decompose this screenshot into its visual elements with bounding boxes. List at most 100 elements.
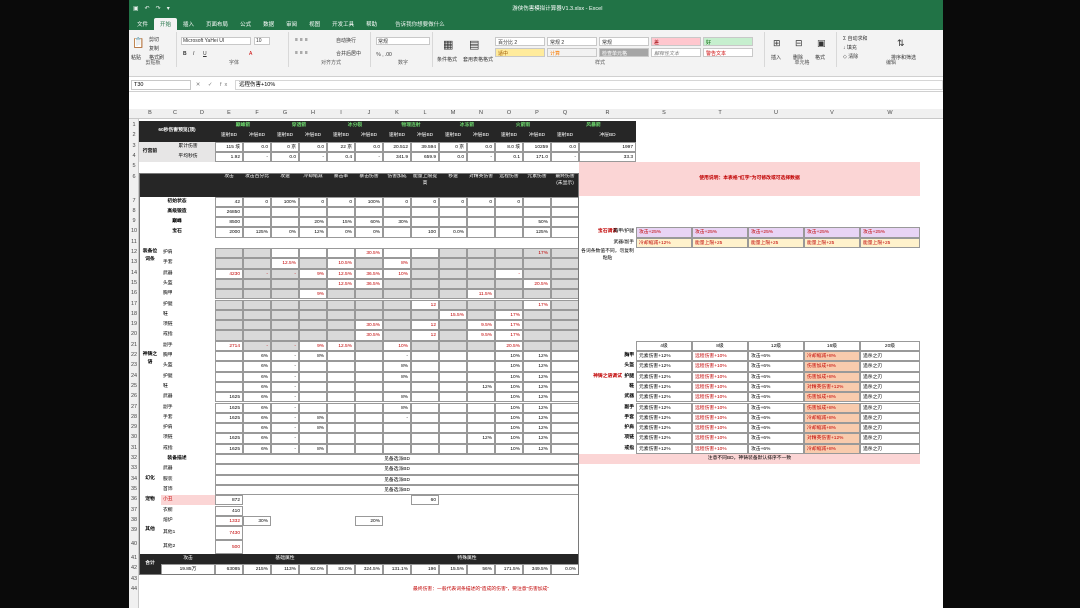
- sz-cell[interactable]: 追杀之刃: [860, 351, 920, 362]
- preview-title[interactable]: 60秒伤害预览(顶): [139, 121, 215, 142]
- column-header[interactable]: D: [189, 110, 215, 116]
- conditional-format-icon[interactable]: ▦: [443, 38, 453, 51]
- row-header[interactable]: 23: [129, 362, 139, 368]
- sz-cell[interactable]: 元素伤害+12%: [636, 433, 692, 444]
- style-explain[interactable]: 解释性文本: [651, 48, 701, 57]
- row-header[interactable]: 10: [129, 228, 139, 234]
- level-header[interactable]: 4级: [636, 340, 692, 351]
- dmg-total[interactable]: 0 京: [439, 141, 467, 152]
- sz-cell[interactable]: 元素伤害+12%: [636, 392, 692, 403]
- dmg-avg[interactable]: 341.9: [383, 151, 411, 163]
- row-header[interactable]: 24: [129, 373, 139, 379]
- sort-icon[interactable]: ⇅: [897, 38, 905, 49]
- gem-cell[interactable]: 攻击+25%: [748, 227, 804, 238]
- gem-cell[interactable]: 冷却缩减+12%: [636, 237, 692, 248]
- bd-header[interactable]: 速射BD: [551, 131, 579, 142]
- column-header[interactable]: B: [139, 110, 161, 116]
- dmg-total[interactable]: 10259: [523, 141, 551, 152]
- column-header[interactable]: M: [439, 110, 467, 116]
- column-header[interactable]: V: [804, 110, 860, 116]
- dmg-avg[interactable]: 171.0: [523, 151, 551, 163]
- cut-button[interactable]: 剪切: [149, 36, 159, 43]
- style-warning[interactable]: 警告文本: [703, 48, 753, 57]
- r1-label[interactable]: 累计伤害: [161, 141, 215, 152]
- footnote[interactable]: 最终伤害：一般代表词条描述的“造成的伤害”，要注意“伤害加成”: [383, 585, 579, 595]
- row-header[interactable]: 5: [129, 163, 139, 169]
- bd-header[interactable]: 速射BD: [383, 131, 411, 142]
- sz-note[interactable]: 注意不同BD，神铸装备默认排序不一致: [579, 454, 920, 465]
- class-header[interactable]: 火箭雨: [495, 121, 551, 132]
- sz-key[interactable]: 鞋: [579, 382, 636, 392]
- class-header[interactable]: 冰冻箭: [439, 121, 495, 132]
- sz-cell[interactable]: 远程伤害+10%: [692, 423, 748, 434]
- sz-cell[interactable]: 追杀之刃: [860, 361, 920, 372]
- style-normal[interactable]: 常规: [599, 37, 649, 46]
- sz-key[interactable]: 胸甲: [579, 351, 636, 361]
- insert-icon[interactable]: ⊞: [773, 38, 781, 49]
- sz-cell[interactable]: 攻击+6%: [748, 433, 804, 444]
- dmg-total[interactable]: 0.0: [243, 141, 271, 152]
- delete-icon[interactable]: ⊟: [795, 38, 803, 49]
- tab-7[interactable]: 视图: [303, 18, 326, 30]
- sz-key[interactable]: 副手: [579, 403, 636, 413]
- sz-cell[interactable]: 冷却缩减+8%: [804, 412, 860, 424]
- class-header[interactable]: 穿透箭: [271, 121, 327, 132]
- underline-icon[interactable]: U: [203, 51, 207, 57]
- class-header[interactable]: 冰分裂: [327, 121, 383, 132]
- row-header[interactable]: 29: [129, 424, 139, 430]
- row-header[interactable]: 3: [129, 143, 139, 149]
- sz-cell[interactable]: 远程伤害+10%: [692, 402, 748, 413]
- sz-cell[interactable]: 攻击+6%: [748, 423, 804, 434]
- style-check[interactable]: 检查单元格: [599, 48, 649, 57]
- sz-cell[interactable]: 追杀之刃: [860, 412, 920, 424]
- row-header[interactable]: 6: [129, 174, 139, 180]
- row-header[interactable]: 43: [129, 576, 139, 582]
- sz-cell[interactable]: 攻击+6%: [748, 392, 804, 403]
- sz-key[interactable]: 头盔: [579, 361, 636, 371]
- sz-cell[interactable]: 冷却缩减+8%: [804, 443, 860, 454]
- gem-cell[interactable]: 攻击+25%: [692, 227, 748, 238]
- column-header[interactable]: G: [271, 110, 299, 116]
- dmg-total[interactable]: 115 垓: [215, 141, 243, 152]
- bd-header[interactable]: 速射BD: [439, 131, 467, 142]
- row-header[interactable]: 15: [129, 280, 139, 286]
- column-header[interactable]: N: [467, 110, 495, 116]
- row-header[interactable]: 16: [129, 290, 139, 296]
- column-header[interactable]: K: [383, 110, 411, 116]
- gem-cell[interactable]: 能量上限+25: [692, 237, 748, 248]
- dmg-avg[interactable]: 0.4: [327, 151, 355, 163]
- dmg-avg[interactable]: 0.0: [439, 151, 467, 163]
- column-header[interactable]: F: [243, 110, 271, 116]
- dmg-total[interactable]: 0.0: [355, 141, 383, 152]
- sz-key[interactable]: 护腿: [579, 372, 636, 382]
- bd-header[interactable]: 冲层BD: [355, 131, 383, 142]
- row-header[interactable]: 8: [129, 208, 139, 214]
- row-header[interactable]: 44: [129, 586, 139, 592]
- save-icon[interactable]: ▣: [133, 5, 139, 12]
- formula-input[interactable]: 远程伤害+10%: [235, 79, 943, 90]
- dmg-total[interactable]: 0 京: [271, 141, 299, 152]
- row-header[interactable]: 7: [129, 198, 139, 204]
- dmg-total[interactable]: 22 京: [327, 141, 355, 152]
- column-header[interactable]: S: [636, 110, 692, 116]
- style-good[interactable]: 好: [703, 37, 753, 46]
- bd-header[interactable]: 冲层BD: [243, 131, 271, 142]
- sz-cell[interactable]: 攻击+6%: [748, 443, 804, 454]
- dmg-total[interactable]: 0.0: [299, 141, 327, 152]
- dmg-avg[interactable]: 659.9: [411, 151, 439, 163]
- level-header[interactable]: 20级: [860, 340, 920, 351]
- bd-header[interactable]: 速射BD: [495, 131, 523, 142]
- font-name-select[interactable]: Microsoft YaHei UI: [181, 37, 251, 45]
- row-header[interactable]: 35: [129, 486, 139, 492]
- font-color-icon[interactable]: A: [249, 51, 252, 57]
- sz-cell[interactable]: 远程伤害+10%: [692, 371, 748, 382]
- column-header[interactable]: T: [692, 110, 748, 116]
- row-header[interactable]: 21: [129, 342, 139, 348]
- dmg-avg[interactable]: 1.92: [215, 151, 243, 163]
- row-header[interactable]: 33: [129, 465, 139, 471]
- row-header[interactable]: 13: [129, 259, 139, 265]
- row-header[interactable]: 39: [129, 527, 139, 533]
- sz-cell[interactable]: 元素伤害+12%: [636, 443, 692, 454]
- gem-cell[interactable]: 能量上限+25: [804, 237, 860, 248]
- tab-9[interactable]: 帮助: [360, 18, 383, 30]
